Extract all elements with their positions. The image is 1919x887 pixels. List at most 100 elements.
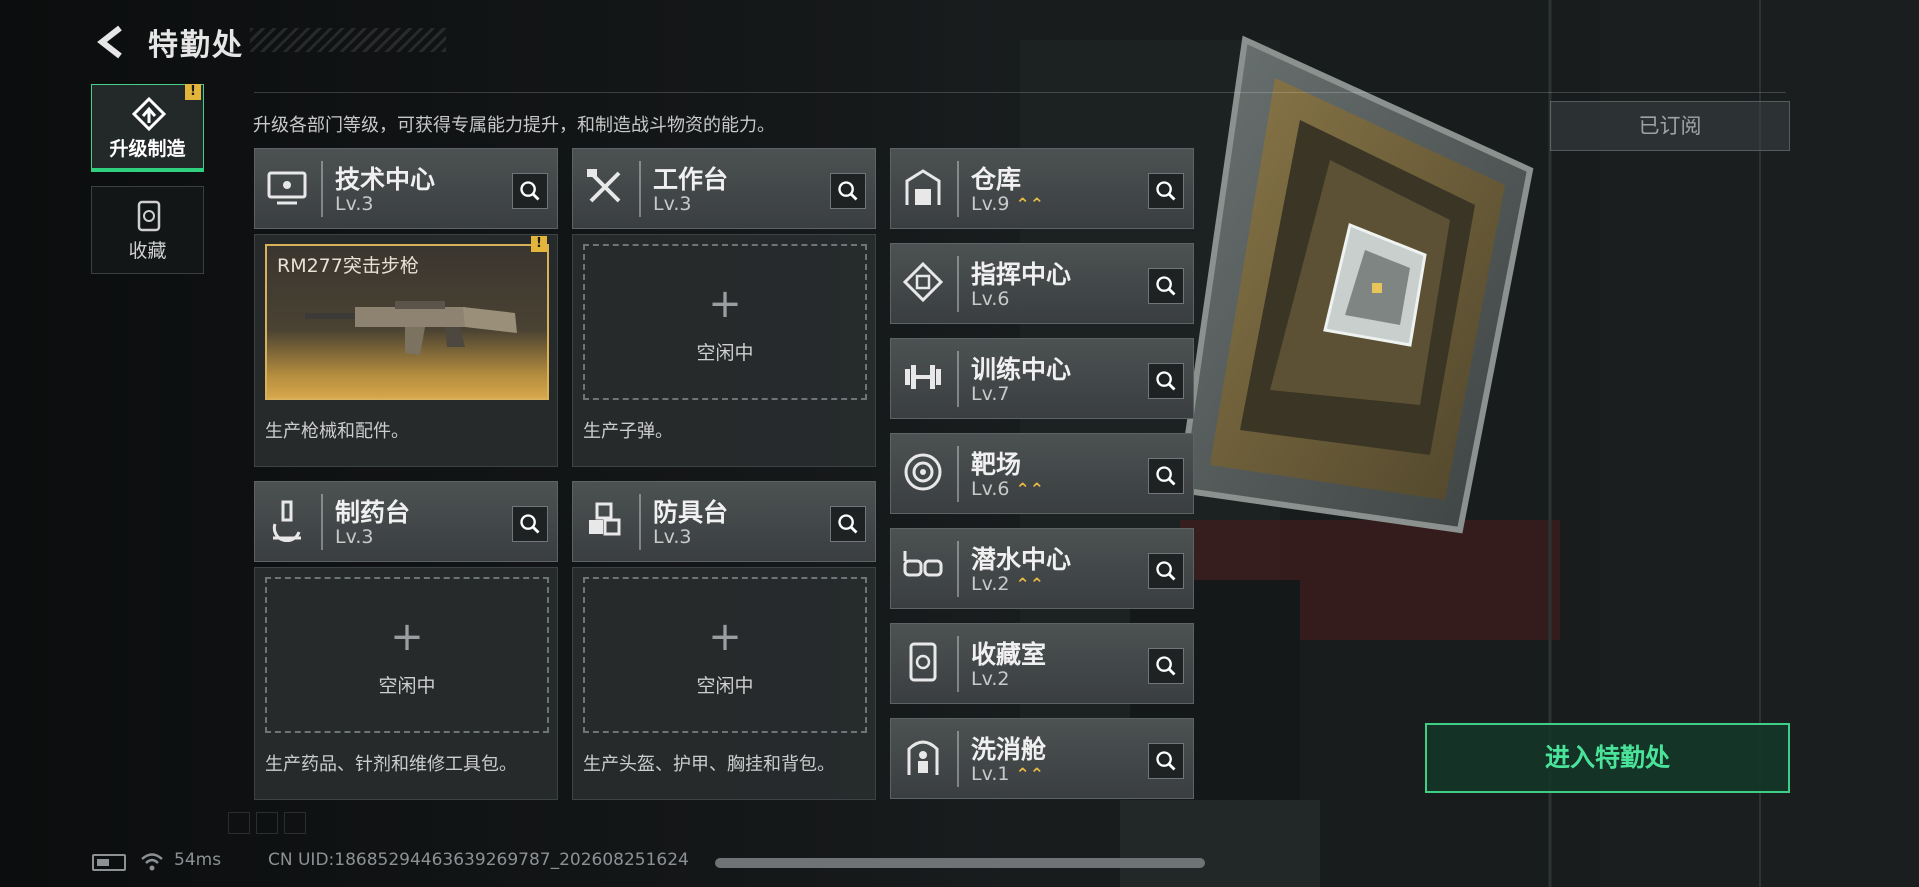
production-description: 生产子弹。: [583, 421, 673, 442]
plus-icon: +: [708, 614, 742, 660]
dept-name: 收藏室: [971, 640, 1047, 669]
dept-level: Lv.9 ⌃⌃: [971, 193, 1044, 215]
dept-diving-center[interactable]: 潜水中心 Lv.2 ⌃⌃: [890, 528, 1194, 609]
dept-level: Lv.3: [335, 526, 373, 548]
search-icon[interactable]: [1148, 458, 1184, 494]
upgrade-chevron-icon: ⌃⌃: [1015, 480, 1044, 500]
production-panel-pharmacy: + 空闲中 生产药品、针剂和维修工具包。: [254, 567, 558, 800]
production-slot-active[interactable]: RM277突击步枪: [265, 244, 549, 400]
plus-icon: +: [708, 281, 742, 327]
dept-name: 靶场: [971, 450, 1022, 479]
search-icon[interactable]: [1148, 553, 1184, 589]
title-decoration: [250, 28, 446, 52]
decor-squares: [228, 812, 312, 838]
diving-mask-icon: [903, 551, 943, 577]
warehouse-icon: [905, 169, 941, 205]
page-description: 升级各部门等级，可获得专属能力提升，和制造战斗物资的能力。: [253, 115, 775, 136]
separator: [957, 731, 959, 787]
upgrade-arrow-icon: [132, 97, 166, 131]
dept-warehouse[interactable]: 仓库 Lv.9 ⌃⌃: [890, 148, 1194, 229]
dept-name: 防具台: [653, 498, 729, 527]
subscribed-button[interactable]: 已订阅: [1550, 101, 1790, 151]
search-icon[interactable]: [512, 506, 548, 542]
game-screen: 特勤处 升级各部门等级，可获得专属能力提升，和制造战斗物资的能力。 升级制造 !…: [0, 0, 1919, 887]
dept-command-center[interactable]: 指挥中心 Lv.6: [890, 243, 1194, 324]
upgrade-chevron-icon: ⌃⌃: [1015, 195, 1044, 215]
search-icon[interactable]: [1148, 743, 1184, 779]
separator: [321, 161, 323, 217]
search-icon[interactable]: [1148, 268, 1184, 304]
search-icon[interactable]: [830, 506, 866, 542]
level-text: Lv.3: [653, 526, 692, 548]
production-slot-empty[interactable]: + 空闲中: [583, 577, 867, 733]
separator: [957, 446, 959, 502]
level-text: Lv.6: [971, 288, 1010, 310]
level-text: Lv.2: [971, 668, 1010, 690]
upgrade-chevron-icon: ⌃⌃: [1015, 575, 1044, 595]
dept-armor-bench[interactable]: 防具台 Lv.3: [572, 481, 876, 562]
page-title: 特勤处: [148, 28, 244, 63]
nav-collection[interactable]: 收藏: [91, 186, 204, 274]
separator: [957, 541, 959, 597]
search-icon[interactable]: [830, 173, 866, 209]
level-text: Lv.2: [971, 573, 1010, 595]
rifle-icon: [305, 301, 517, 355]
slot-status: 空闲中: [378, 675, 436, 697]
level-text: Lv.1: [971, 763, 1010, 785]
dept-name: 工作台: [653, 165, 729, 194]
target-icon: [904, 453, 942, 491]
upgrade-chevron-icon: ⌃⌃: [1015, 765, 1044, 785]
wifi-icon: [141, 853, 163, 871]
separator: [639, 161, 641, 217]
dept-workbench[interactable]: 工作台 Lv.3: [572, 148, 876, 229]
command-icon: [902, 261, 944, 303]
search-icon[interactable]: [1148, 648, 1184, 684]
dept-decontamination[interactable]: 洗消舱 Lv.1 ⌃⌃: [890, 718, 1194, 799]
battery-icon: [92, 854, 126, 871]
dept-level: Lv.3: [653, 193, 691, 215]
search-icon[interactable]: [1148, 173, 1184, 209]
dept-level: Lv.7: [971, 383, 1009, 405]
slot-status: 空闲中: [696, 342, 754, 364]
alert-badge: !: [185, 84, 201, 100]
alert-badge: !: [531, 236, 547, 252]
production-slot-empty[interactable]: + 空闲中: [583, 244, 867, 400]
production-panel-armor: + 空闲中 生产头盔、护甲、胸挂和背包。: [572, 567, 876, 800]
collection-room-icon: [909, 642, 937, 682]
separator: [957, 161, 959, 217]
production-panel-workbench: + 空闲中 生产子弹。: [572, 234, 876, 467]
dept-level: Lv.3: [653, 526, 691, 548]
dept-name: 技术中心: [335, 165, 436, 194]
active-indicator: [91, 168, 204, 172]
nav-label: 收藏: [128, 240, 167, 262]
dept-collection-room[interactable]: 收藏室 Lv.2: [890, 623, 1194, 704]
level-text: Lv.3: [653, 193, 692, 215]
production-slot-empty[interactable]: + 空闲中: [265, 577, 549, 733]
dept-tech-center[interactable]: 技术中心 Lv.3: [254, 148, 558, 229]
production-description: 生产药品、针剂和维修工具包。: [265, 754, 517, 775]
dumbbell-icon: [905, 365, 941, 389]
scrollbar[interactable]: [715, 858, 1205, 868]
search-icon[interactable]: [512, 173, 548, 209]
dept-name: 制药台: [335, 498, 411, 527]
decontamination-icon: [907, 740, 939, 775]
level-text: Lv.9: [971, 193, 1010, 215]
search-icon[interactable]: [1148, 363, 1184, 399]
dept-shooting-range[interactable]: 靶场 Lv.6 ⌃⌃: [890, 433, 1194, 514]
uid-text: CN UID:18685294463639269787_202608251624: [268, 850, 689, 870]
dept-training-center[interactable]: 训练中心 Lv.7: [890, 338, 1194, 419]
dept-level: Lv.3: [335, 193, 373, 215]
dept-name: 训练中心: [971, 355, 1072, 384]
level-text: Lv.7: [971, 383, 1010, 405]
enter-hq-button[interactable]: 进入特勤处: [1425, 723, 1790, 793]
back-arrow-icon[interactable]: [92, 22, 132, 62]
dept-pharmacy[interactable]: 制药台 Lv.3: [254, 481, 558, 562]
separator: [957, 636, 959, 692]
dept-level: Lv.2 ⌃⌃: [971, 573, 1044, 595]
weapon-name: RM277突击步枪: [277, 255, 419, 277]
dept-level: Lv.1 ⌃⌃: [971, 763, 1044, 785]
separator: [957, 351, 959, 407]
dept-name: 潜水中心: [971, 545, 1072, 574]
dept-name: 仓库: [971, 165, 1022, 194]
armor-cubes-icon: [589, 502, 621, 536]
